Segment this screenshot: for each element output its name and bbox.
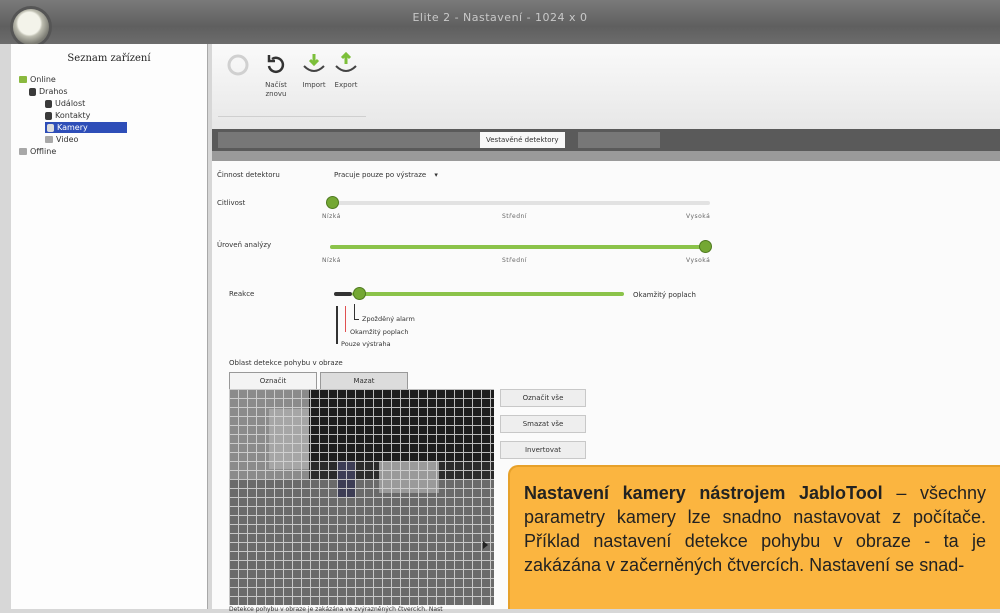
tree-item-label: Offline [30, 147, 57, 156]
play-icon[interactable] [483, 541, 488, 549]
tree-item-drahos[interactable]: Drahos [29, 86, 67, 97]
mark-all-button[interactable]: Označit vše [500, 389, 586, 407]
reaction-warning-segment [334, 292, 352, 296]
analysis-tick-high: Vysoká [686, 257, 711, 264]
export-button[interactable]: Export [324, 52, 368, 90]
tab-mark[interactable]: Označit [229, 372, 317, 390]
detector-activity-select[interactable]: Pracuje pouze po výstraze ▾ [334, 171, 438, 179]
motion-grid-preview[interactable] [229, 389, 494, 605]
analysis-level-fill [330, 245, 710, 249]
detector-activity-label: Činnost detektoru [217, 171, 280, 179]
contacts-icon [45, 111, 52, 120]
legend-line-warning [336, 306, 338, 344]
sensitivity-handle[interactable] [327, 197, 338, 208]
analysis-level-slider[interactable] [330, 241, 711, 252]
tree-item-offline[interactable]: Offline [19, 146, 56, 157]
toolbar-button-label: Import [302, 81, 326, 89]
legend-warning-only: Pouze výstraha [341, 340, 391, 348]
window-title: Elite 2 - Nastavení - 1024 x 0 [412, 11, 588, 24]
camera-icon [47, 123, 54, 132]
motion-grid-cells[interactable] [229, 389, 494, 605]
reaction-slider[interactable] [334, 288, 624, 299]
sensitivity-label: Citlivost [217, 199, 246, 207]
caption-callout: Nastavení kamery nástrojem JabloTool – v… [508, 465, 1000, 609]
tree-item-label: Online [30, 75, 56, 84]
legend-instant-alarm: Okamžitý poplach [350, 328, 409, 336]
tab-1[interactable] [218, 132, 308, 148]
tab-subheader [212, 151, 1000, 161]
tree-item-label: Video [56, 135, 79, 144]
tab-5[interactable] [578, 132, 660, 148]
tree-item-video[interactable]: Video [45, 134, 78, 145]
online-folder-icon [19, 76, 27, 83]
device-list-title: Seznam zařízení [67, 53, 151, 64]
reaction-fill [352, 292, 624, 296]
device-icon [29, 87, 36, 96]
tree-item-kontakty[interactable]: Kontakty [45, 110, 90, 121]
detector-activity-value: Pracuje pouze po výstraze [334, 171, 427, 179]
sensitivity-slider[interactable] [327, 197, 710, 208]
analysis-level-handle[interactable] [700, 241, 711, 252]
tab-2[interactable] [302, 132, 384, 148]
callout-heading: Nastavení kamery nástrojem JabloTool [524, 483, 883, 503]
sensitivity-tick-mid: Střední [502, 213, 527, 220]
refresh-icon [227, 54, 249, 76]
events-icon [45, 99, 52, 108]
device-list-panel: Seznam zařízení Online Drahos Událost Ko… [11, 44, 208, 609]
tree-item-kamery[interactable]: Kamery [45, 122, 127, 133]
video-icon [45, 136, 53, 143]
analysis-level-label: Úroveň analýzy [217, 241, 272, 249]
legend-tick-delayed [354, 319, 359, 320]
tree-item-label: Kontakty [55, 111, 91, 120]
analysis-tick-mid: Střední [502, 257, 527, 264]
offline-folder-icon [19, 148, 27, 155]
motion-area-label: Oblast detekce pohybu v obraze [229, 359, 343, 367]
tree-item-online[interactable]: Online [19, 74, 56, 85]
tree-item-label: Kamery [57, 123, 88, 132]
sensitivity-tick-low: Nízká [322, 213, 341, 220]
tab-3[interactable] [378, 132, 486, 148]
window-titlebar: Elite 2 - Nastavení - 1024 x 0 [0, 0, 1000, 45]
reaction-handle[interactable] [354, 288, 365, 299]
reload-icon [267, 55, 285, 74]
tree-item-udalost[interactable]: Událost [45, 98, 85, 109]
ribbon-toolbar: Načíst znovu Import Export [212, 44, 1000, 130]
toolbar-button-label: Načíst znovu [265, 81, 287, 98]
settings-tabs: Vestavěné detektory [212, 129, 1000, 151]
sensitivity-tick-high: Vysoká [686, 213, 711, 220]
reaction-label: Reakce [229, 290, 255, 298]
clear-all-button[interactable]: Smazat vše [500, 415, 586, 433]
invert-button[interactable]: Invertovat [500, 441, 586, 459]
tab-built-in-detectors[interactable]: Vestavěné detektory [480, 132, 565, 148]
tree-item-label: Událost [55, 99, 86, 108]
legend-delayed-alarm: Zpožděný alarm [362, 315, 415, 323]
legend-line-delayed [354, 304, 355, 320]
tab-clear[interactable]: Mazat [320, 372, 408, 390]
reaction-end-label: Okamžitý poplach [633, 291, 696, 299]
motion-footnote: Detekce pohybu v obraze je zakázána ve z… [229, 606, 443, 613]
legend-line-instant [345, 306, 346, 332]
analysis-tick-low: Nízká [322, 257, 341, 264]
toolbar-group-divider [218, 116, 366, 117]
export-icon [335, 52, 357, 72]
chevron-down-icon: ▾ [434, 171, 438, 179]
tree-item-label: Drahos [39, 87, 68, 96]
toolbar-button-label: Export [334, 81, 358, 89]
